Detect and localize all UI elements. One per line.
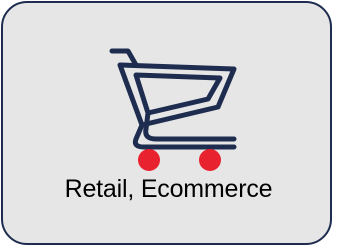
tile-label: Retail, Ecommerce	[64, 175, 273, 203]
cart-wheel-right	[199, 149, 221, 171]
retail-ecommerce-tile[interactable]: Retail, Ecommerce	[1, 1, 332, 245]
shopping-cart-icon	[109, 48, 237, 171]
cart-wheel-left	[138, 149, 160, 171]
